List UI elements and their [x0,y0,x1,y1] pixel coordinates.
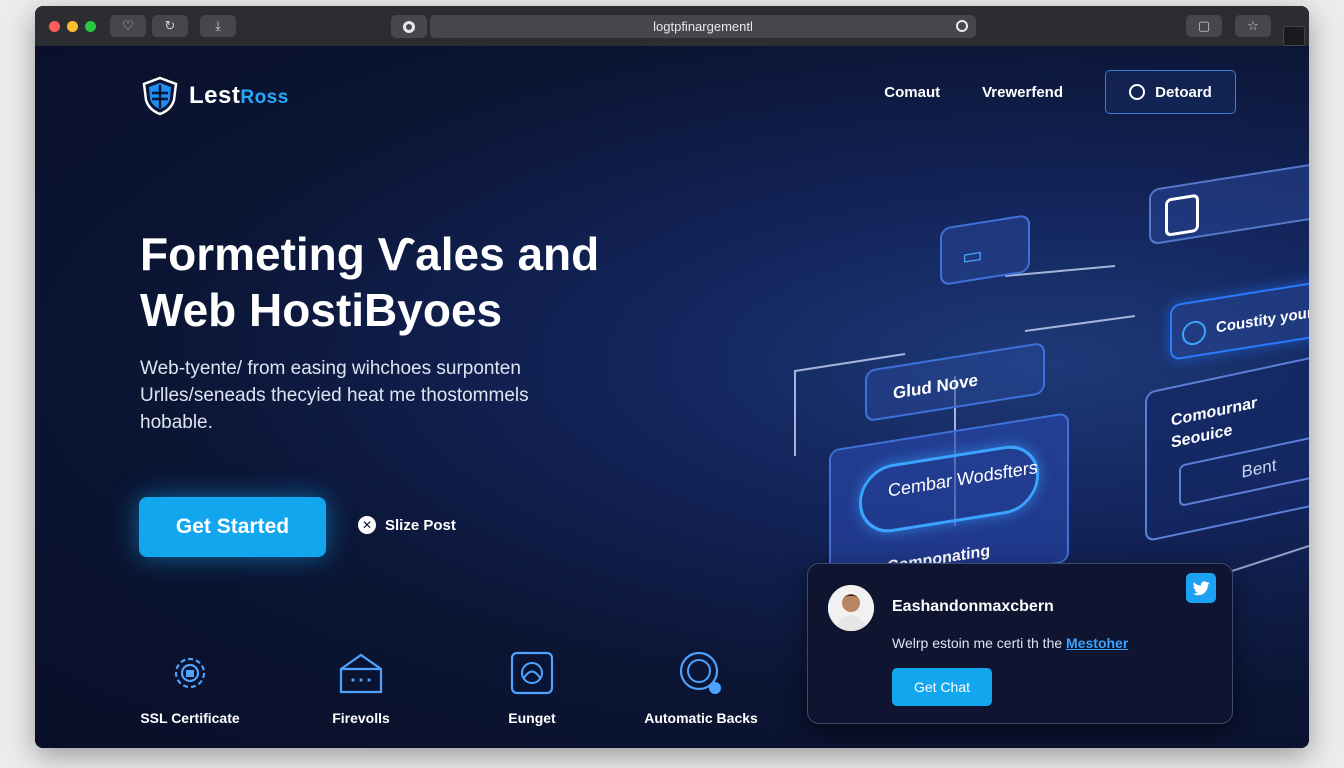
feature-ssl[interactable]: SSL Certificate [115,650,265,726]
square-icon [1165,193,1199,237]
chat-message-text: Welrp estoin me certi th the [892,635,1067,651]
twitter-icon[interactable] [1186,573,1216,603]
feature-firewall[interactable]: Firevolls [286,650,436,726]
avatar [828,585,874,631]
feature-label: SSL Certificate [140,710,240,726]
brand-name-accent: Ross [240,87,289,108]
dashboard-label: Detoard [1155,83,1212,101]
chat-message: Welrp estoin me certi th the Mestoher [892,635,1128,651]
nav-link-comaut[interactable]: Comaut [884,84,940,101]
site-logo[interactable]: LestRoss [141,76,289,116]
center-pill: Cembar Wodsfters [859,440,1039,538]
close-window-button[interactable] [49,21,60,32]
nav-link-vrewerfend[interactable]: Vrewerfend [982,84,1063,101]
get-started-button[interactable]: Get Started [139,497,326,557]
slize-post-label: Slize Post [385,516,456,534]
url-text: logtpfinargementl [653,19,753,34]
hero-subtitle-line2: Urlles/seneads thecyied heat me thostomm… [140,385,529,406]
heart-icon[interactable]: ♡ [110,15,146,37]
address-bar[interactable]: logtpfinargementl [430,15,976,38]
user-icon [1129,84,1146,100]
chat-name: Eashandonmaxcbern [892,598,1054,615]
maximize-window-button[interactable] [85,21,96,32]
hero-illustration: ▭ Coustity youm Be Glud Nove Cembar Wods… [775,126,1309,626]
bent-button-label: Bent [1241,455,1277,482]
slize-post-link[interactable]: ✕ Slize Post [358,516,456,534]
reload-icon[interactable] [956,20,968,32]
hero-subtitle-line3: hobable. [140,412,213,433]
brand-name-main: Lest [189,82,241,109]
brand-name: LestRoss [189,82,289,110]
close-circle-icon: ✕ [358,516,376,534]
card-label: Glud Nove [893,370,979,403]
clock-icon [1182,319,1206,347]
browser-window: ♡ ↻ ⤓ logtpfinargementl ▢ ☆ LestRoss Com… [35,6,1309,748]
briefcase-icon: ▭ [962,241,983,270]
card-label: Cembar Wodsfters [888,456,1038,501]
backup-icon [679,651,721,694]
shield-logo-icon [142,76,178,116]
browser-chrome: ♡ ↻ ⤓ logtpfinargementl ▢ ☆ [35,6,1309,46]
feature-backups[interactable]: Automatic Backs [626,650,776,726]
refresh-icon[interactable]: ↻ [152,15,188,37]
tab-overview-icon[interactable]: ▢ [1186,15,1222,37]
download-icon[interactable]: ⤓ [200,15,236,37]
firewall-icon [339,653,383,694]
ssl-gear-icon [174,657,206,689]
bookmark-star-icon[interactable]: ☆ [1235,15,1271,37]
hero-subtitle-line1: Web-tyente/ from easing wihchoes surpont… [140,358,521,379]
twitter-bird-icon [1192,581,1210,596]
chat-popup: Eashandonmaxcbern Welrp estoin me certi … [807,563,1233,724]
top-nav: Comaut Vrewerfend Detoard [884,70,1236,114]
card-label: Coustity youm Be [1216,299,1309,337]
landing-page: LestRoss Comaut Vrewerfend Detoard Forme… [35,46,1309,748]
feature-label: Firevolls [332,710,390,726]
hero-title-line2: Web HostiByoes [140,284,503,336]
sidebar-toggle-icon[interactable] [1283,26,1305,46]
hero-title-line1: Formeting Ѵales and [140,228,600,280]
feature-label: Eunget [508,710,556,726]
minimize-window-button[interactable] [67,21,78,32]
feature-label: Automatic Backs [644,710,758,726]
get-chat-button[interactable]: Get Chat [892,668,992,706]
feature-budget[interactable]: Eunget [457,650,607,726]
hero-title: Formeting Ѵales and Web HostiByoes [140,226,700,338]
hero-subtitle: Web-tyente/ from easing wihchoes surpont… [140,355,620,436]
dashboard-button[interactable]: Detoard [1105,70,1236,114]
budget-icon [510,651,554,695]
chat-message-link[interactable]: Mestoher [1066,635,1128,651]
site-info-icon[interactable] [391,15,427,38]
person-avatar-icon [828,585,874,631]
feature-list: SSL Certificate Firevolls Eunget Automat… [115,650,795,730]
